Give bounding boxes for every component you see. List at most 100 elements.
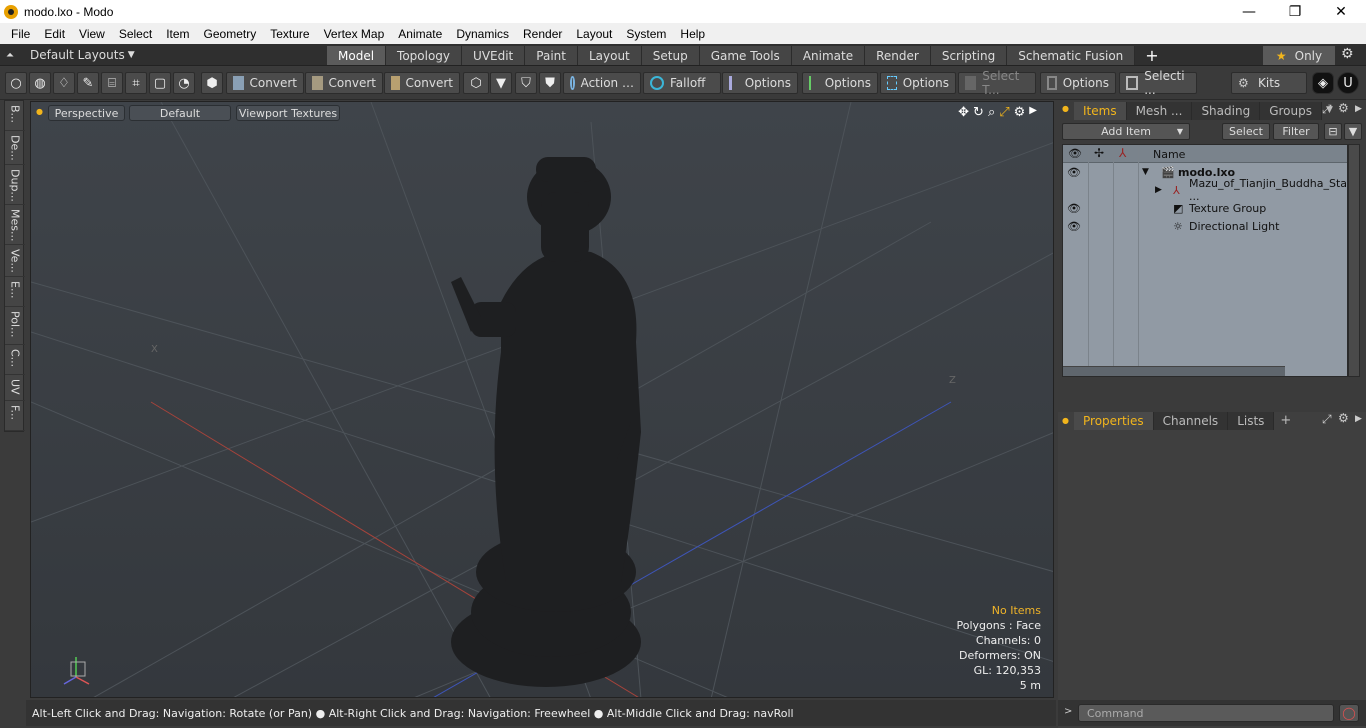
tab-scripting[interactable]: Scripting [930, 46, 1008, 65]
menu-geometry[interactable]: Geometry [197, 27, 264, 41]
tab-animate[interactable]: Animate [791, 46, 866, 65]
3d-viewport[interactable]: X Z ● Perspective Default Viewport Textu… [30, 101, 1054, 698]
tab-items[interactable]: Items [1074, 102, 1127, 120]
menu-item[interactable]: Item [159, 27, 196, 41]
tab-uvedit[interactable]: UVEdit [462, 46, 526, 65]
maximize-icon[interactable]: ⤢ [999, 105, 1009, 120]
list-item[interactable]: ▶ ⅄ Mazu_of_Tianjin_Buddha_Sta ... [1063, 177, 1347, 203]
gear-icon[interactable]: ⚙ [1338, 101, 1349, 115]
action-center-button[interactable]: Action … [563, 72, 641, 94]
select-through-button[interactable]: Select T... [958, 69, 1036, 97]
snap-icon[interactable]: ⌗ [125, 72, 147, 94]
options-button-1[interactable]: Options [722, 72, 798, 94]
tab-polygon[interactable]: Pol... [5, 307, 25, 345]
falloff-button[interactable]: Falloff [643, 72, 721, 94]
menu-help[interactable]: Help [673, 27, 712, 41]
tab-deform[interactable]: De... [5, 131, 25, 165]
menu-animate[interactable]: Animate [391, 27, 449, 41]
menu-file[interactable]: File [4, 27, 37, 41]
tab-lists[interactable]: Lists [1228, 412, 1275, 430]
options-button-4[interactable]: Options [1040, 72, 1116, 94]
perspective-dropdown[interactable]: Perspective [48, 105, 125, 121]
kits-button[interactable]: ⚙ Kits [1231, 72, 1307, 94]
chevron-right-icon[interactable]: ▶ [1355, 414, 1362, 424]
eye-icon[interactable]: 👁 [1067, 166, 1081, 179]
menu-view[interactable]: View [72, 27, 112, 41]
tab-duplicate[interactable]: Dup... [5, 165, 25, 205]
tab-mesh[interactable]: Mes... [5, 205, 25, 245]
convert-button-2[interactable]: Convert [305, 72, 383, 94]
unity-icon[interactable]: ◈ [1312, 72, 1334, 94]
convert-button-3[interactable]: Convert [384, 72, 460, 94]
materials-icon[interactable]: ◔ [173, 72, 195, 94]
pen-icon[interactable]: ♢ [53, 72, 75, 94]
gear-icon[interactable]: ⚙ [1014, 105, 1026, 120]
eye-icon[interactable]: 👁 [1067, 220, 1081, 233]
convert-button-1[interactable]: Convert [226, 72, 304, 94]
globe-icon[interactable]: ◍ [29, 72, 51, 94]
collapse-icon[interactable]: ⏶ [6, 50, 14, 61]
tab-fusion[interactable]: F... [5, 401, 25, 431]
tab-layout[interactable]: Layout [577, 46, 642, 65]
viewport-textures-dropdown[interactable]: Viewport Textures [236, 105, 340, 121]
tab-basic[interactable]: B... [5, 101, 25, 131]
options-button-2[interactable]: Options [802, 72, 878, 94]
tab-vertex[interactable]: Ve... [5, 245, 25, 277]
move-icon[interactable]: ✥ [958, 105, 969, 120]
tab-groups[interactable]: Groups [1260, 102, 1322, 120]
expand-arrow-icon[interactable]: ▶ [1155, 185, 1162, 195]
tab-channels[interactable]: Channels [1153, 412, 1229, 430]
edges-icon[interactable]: ⌸ [101, 72, 123, 94]
tab-mesh-ops[interactable]: Mesh ... [1126, 102, 1193, 120]
unreal-icon[interactable]: U [1337, 72, 1359, 94]
maximize-panel-icon[interactable]: ⤢ [1322, 412, 1332, 427]
layout-selector[interactable]: ⏶ Default Layouts ▼ [6, 44, 135, 66]
gear-icon[interactable]: ⚙ [1338, 411, 1349, 425]
polygon-icon[interactable]: ▢ [149, 72, 171, 94]
minimize-button[interactable]: — [1226, 0, 1272, 23]
box-icon[interactable]: ⬡ [463, 72, 489, 94]
menu-texture[interactable]: Texture [263, 27, 316, 41]
tab-setup[interactable]: Setup [641, 46, 700, 65]
maximize-button[interactable]: ❐ [1272, 0, 1318, 23]
tab-model[interactable]: Model [327, 46, 387, 65]
only-toggle[interactable]: ★ Only [1263, 46, 1335, 65]
vertical-scrollbar[interactable] [1348, 144, 1360, 377]
tab-edge[interactable]: E... [5, 277, 25, 307]
chevron-right-icon[interactable]: ▶ [1355, 104, 1362, 114]
add-tab-icon[interactable]: + [1145, 46, 1158, 65]
close-button[interactable]: ✕ [1318, 0, 1364, 23]
add-tab-icon[interactable]: + [1274, 412, 1297, 430]
rotate-icon[interactable]: ↻ [973, 105, 984, 120]
shield-icon[interactable]: ⛉ [515, 72, 537, 94]
menu-render[interactable]: Render [516, 27, 569, 41]
name-column-header[interactable]: Name [1153, 148, 1185, 161]
expand-arrow-icon[interactable]: ▼ [1142, 167, 1149, 177]
menu-edit[interactable]: Edit [37, 27, 72, 41]
panel-menu-icon[interactable]: ● [1062, 416, 1069, 425]
menu-layout[interactable]: Layout [569, 27, 619, 41]
brush-icon[interactable]: ✎ [77, 72, 99, 94]
chevron-down-icon[interactable]: ▼ [490, 72, 512, 94]
tab-paint[interactable]: Paint [525, 46, 578, 65]
selection-sets-button[interactable]: Selecti ... [1119, 69, 1197, 97]
tab-uv[interactable]: UV [5, 375, 25, 401]
tab-curve[interactable]: C... [5, 345, 25, 375]
shading-dropdown[interactable]: Default [129, 105, 231, 121]
eye-icon[interactable]: 👁 [1067, 202, 1081, 215]
tab-schematic-fusion[interactable]: Schematic Fusion [1007, 46, 1136, 65]
tab-topology[interactable]: Topology [386, 46, 463, 65]
filter-button[interactable]: Filter [1273, 123, 1319, 140]
panel-menu-icon[interactable]: ● [1062, 104, 1069, 113]
item-mode-icon[interactable]: ⬢ [201, 72, 223, 94]
shield-alt-icon[interactable]: ⛊ [539, 72, 561, 94]
tab-game-tools[interactable]: Game Tools [699, 46, 792, 65]
funnel-icon[interactable]: ▼ [1344, 123, 1362, 140]
menu-vertex-map[interactable]: Vertex Map [317, 27, 392, 41]
command-input[interactable]: Command [1078, 704, 1334, 722]
options-button-3[interactable]: Options [880, 72, 956, 94]
list-item[interactable]: 👁 ☼ Directional Light [1063, 217, 1347, 235]
list-item[interactable]: 👁 ◩ Texture Group [1063, 199, 1347, 217]
menu-select[interactable]: Select [112, 27, 159, 41]
collapse-icon[interactable]: ⊟ [1324, 123, 1342, 140]
